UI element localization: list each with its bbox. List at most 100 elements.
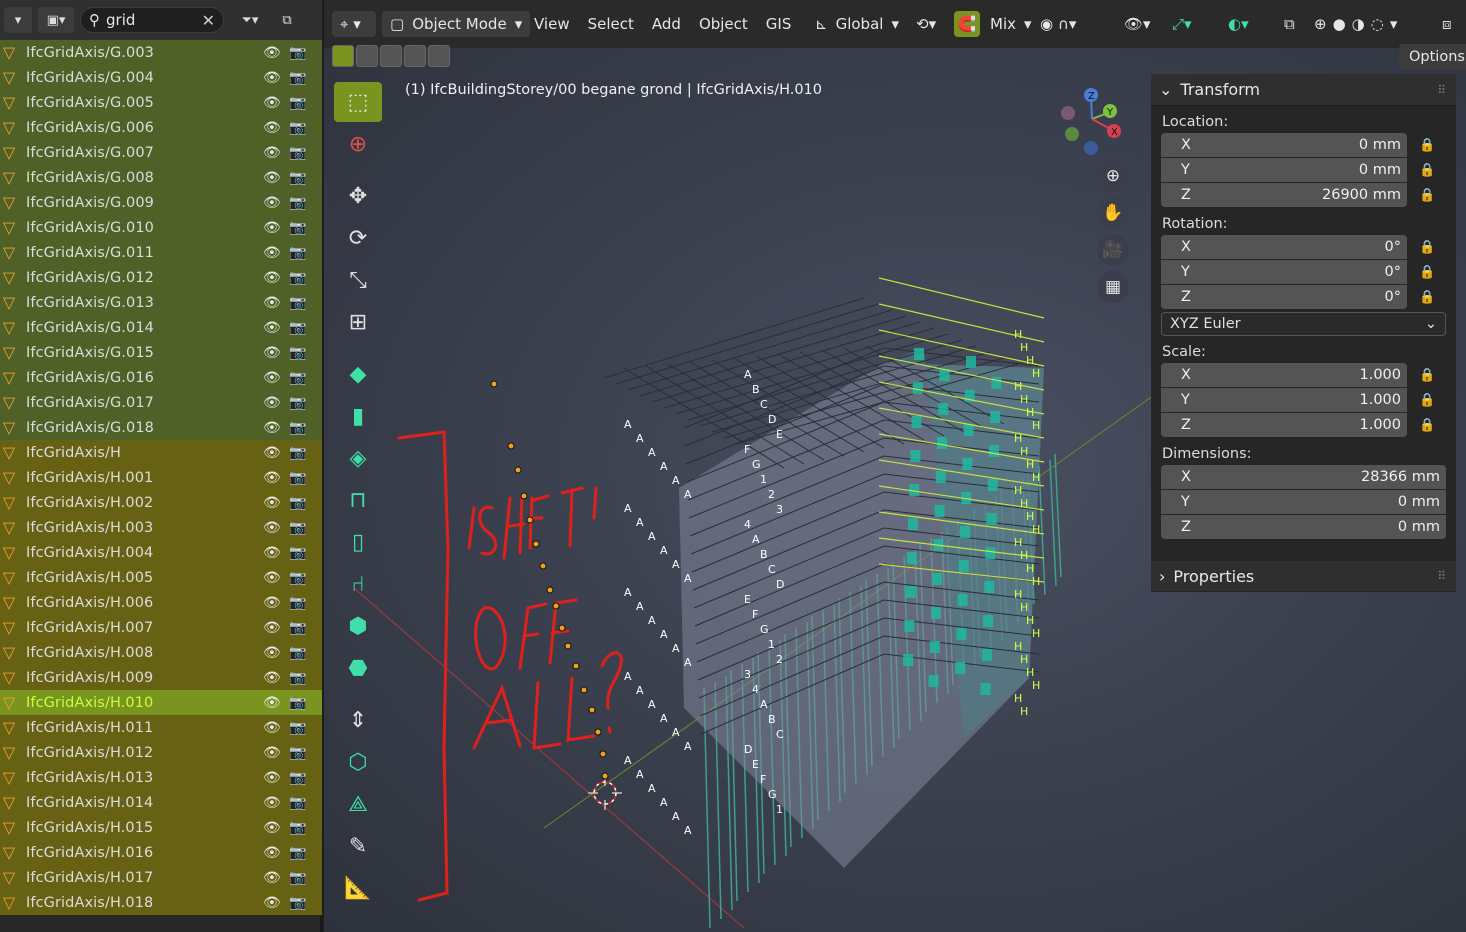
outliner-row[interactable]: ▽ IfcGridAxis/H.017 👁 📷 xyxy=(0,865,322,890)
outliner-row[interactable]: ▽ IfcGridAxis/H.004 👁 📷 xyxy=(0,540,322,565)
select-box-tool[interactable]: ⬚ xyxy=(334,82,382,122)
outliner-row[interactable]: ▽ IfcGridAxis/H.012 👁 📷 xyxy=(0,740,322,765)
proportional-edit-toggle[interactable]: ◉ ∩▾ xyxy=(1040,10,1076,38)
drag-handle-icon[interactable]: ⠿ xyxy=(1437,569,1446,583)
camera-icon[interactable]: 📷 xyxy=(289,245,306,261)
slab-tool[interactable]: ◈ xyxy=(334,438,382,478)
camera-icon[interactable]: 📷 xyxy=(289,720,306,736)
scale-z-field[interactable]: Z 1.000 🔒 xyxy=(1161,413,1435,437)
outliner-row[interactable]: ▽ IfcGridAxis/G.012 👁 📷 xyxy=(0,265,322,290)
location-x-field[interactable]: X 0 mm 🔒 xyxy=(1161,133,1435,157)
camera-icon[interactable]: 📷 xyxy=(289,345,306,361)
camera-icon[interactable]: 📷 xyxy=(289,295,306,311)
outliner-row[interactable]: ▽ IfcGridAxis/G.015 👁 📷 xyxy=(0,340,322,365)
outliner-row[interactable]: ▽ IfcGridAxis/G.014 👁 📷 xyxy=(0,315,322,340)
outliner-row[interactable]: ▽ IfcGridAxis/H.002 👁 📷 xyxy=(0,490,322,515)
material-shading-icon[interactable]: ◑ xyxy=(1352,15,1365,33)
eye-icon[interactable]: 👁 xyxy=(263,470,281,486)
navigation-gizmo[interactable]: Z Y X xyxy=(1054,86,1134,166)
camera-icon[interactable]: 📷 xyxy=(289,620,306,636)
dimensions-x-field[interactable]: X 28366 mm xyxy=(1161,465,1446,489)
eye-icon[interactable]: 👁 xyxy=(263,745,281,761)
camera-icon[interactable]: 📷 xyxy=(289,595,306,611)
select-subtract-button[interactable] xyxy=(380,45,402,67)
camera-icon[interactable]: 📷 xyxy=(289,220,306,236)
outliner-row[interactable]: ▽ IfcGridAxis/G.017 👁 📷 xyxy=(0,390,322,415)
chevron-down-icon[interactable]: ▾ xyxy=(1390,15,1398,33)
camera-icon[interactable]: 📷 xyxy=(289,570,306,586)
camera-icon[interactable]: 📷 xyxy=(289,795,306,811)
camera-icon[interactable]: 📷 xyxy=(289,95,306,111)
outliner-row[interactable]: ▽ IfcGridAxis/H.014 👁 📷 xyxy=(0,790,322,815)
outliner-row[interactable]: ▽ IfcGridAxis/G.016 👁 📷 xyxy=(0,365,322,390)
move-tool[interactable]: ✥ xyxy=(334,176,382,216)
door-tool[interactable]: ⊓ xyxy=(334,480,382,520)
outliner-row[interactable]: ▽ IfcGridAxis/H.013 👁 📷 xyxy=(0,765,322,790)
measure-tool[interactable]: 📐 xyxy=(334,868,382,908)
lock-icon[interactable]: 🔒 xyxy=(1419,368,1435,383)
menu-gis[interactable]: GIS xyxy=(757,15,801,33)
outliner-row[interactable]: ▽ IfcGridAxis/G.008 👁 📷 xyxy=(0,165,322,190)
outliner-row[interactable]: ▽ IfcGridAxis/H.001 👁 📷 xyxy=(0,465,322,490)
xray-toggle[interactable]: ⧉ xyxy=(1284,10,1295,38)
drag-handle-icon[interactable]: ⠿ xyxy=(1437,83,1446,97)
camera-icon[interactable]: 📷 xyxy=(289,670,306,686)
editor-type-button[interactable]: ▾ xyxy=(4,7,32,33)
outliner-row[interactable]: ▽ IfcGridAxis/H.007 👁 📷 xyxy=(0,615,322,640)
eye-icon[interactable]: 👁 xyxy=(263,295,281,311)
camera-icon[interactable]: 📷 xyxy=(289,495,306,511)
column-tool[interactable]: ▯ xyxy=(334,522,382,562)
outliner-row[interactable]: ▽ IfcGridAxis/G.006 👁 📷 xyxy=(0,115,322,140)
camera-icon[interactable]: 📷 xyxy=(289,470,306,486)
outliner-row[interactable]: ▽ IfcGridAxis/G.011 👁 📷 xyxy=(0,240,322,265)
transform-tool[interactable]: ⊞ xyxy=(334,302,382,342)
filter-button[interactable]: ⏷▾ xyxy=(230,7,270,33)
outliner-row[interactable]: ▽ IfcGridAxis/G.004 👁 📷 xyxy=(0,65,322,90)
close-icon[interactable]: ✕ xyxy=(202,11,215,30)
eye-icon[interactable]: 👁 xyxy=(263,95,281,111)
eye-icon[interactable]: 👁 xyxy=(263,345,281,361)
mode-dropdown[interactable]: ▢ Object Mode ▾ xyxy=(382,10,531,38)
lock-icon[interactable]: 🔒 xyxy=(1419,188,1435,203)
camera-icon[interactable]: 📷 xyxy=(289,445,306,461)
select-invert-button[interactable] xyxy=(404,45,426,67)
location-z-field[interactable]: Z 26900 mm 🔒 xyxy=(1161,183,1435,207)
search-input[interactable]: grid xyxy=(106,11,135,29)
outliner-row[interactable]: ▽ IfcGridAxis/H.005 👁 📷 xyxy=(0,565,322,590)
eye-icon[interactable]: 👁 xyxy=(263,520,281,536)
rotation-mode-dropdown[interactable]: XYZ Euler ⌄ xyxy=(1161,312,1446,336)
eye-icon[interactable]: 👁 xyxy=(263,45,281,61)
camera-icon[interactable]: 📷 xyxy=(289,270,306,286)
visibility-dropdown[interactable]: 👁▾ xyxy=(1124,10,1151,38)
eye-icon[interactable]: 👁 xyxy=(263,420,281,436)
camera-icon[interactable]: 📷 xyxy=(289,420,306,436)
eye-icon[interactable]: 👁 xyxy=(263,895,281,911)
outliner-row[interactable]: ▽ IfcGridAxis/H 👁 📷 xyxy=(0,440,322,465)
camera-icon[interactable]: 📷 xyxy=(289,870,306,886)
select-intersect-button[interactable] xyxy=(428,45,450,67)
camera-icon[interactable]: 📷 xyxy=(289,695,306,711)
wireframe-cube-tool[interactable]: ⟁ xyxy=(334,784,382,824)
eye-icon[interactable]: 👁 xyxy=(263,770,281,786)
camera-icon[interactable]: 📷 xyxy=(289,320,306,336)
search-field[interactable]: ⚲ grid ✕ xyxy=(80,7,224,33)
menu-select[interactable]: Select xyxy=(579,15,643,33)
pivot-dropdown[interactable]: ⟲▾ xyxy=(916,10,936,38)
rotate-tool[interactable]: ⟳ xyxy=(334,218,382,258)
eye-icon[interactable]: 👁 xyxy=(263,370,281,386)
wireframe-shading-icon[interactable]: ⊕ xyxy=(1314,15,1327,33)
display-mode-button[interactable]: ▣▾ xyxy=(38,7,74,33)
new-collection-button[interactable]: ⧉ xyxy=(276,7,298,33)
outliner-row[interactable]: ▽ IfcGridAxis/H.010 👁 📷 xyxy=(0,690,322,715)
lock-icon[interactable]: 🔒 xyxy=(1419,418,1435,433)
rotation-z-field[interactable]: Z 0° 🔒 xyxy=(1161,285,1435,309)
outliner-row[interactable]: ▽ IfcGridAxis/H.016 👁 📷 xyxy=(0,840,322,865)
neg-x-handle[interactable] xyxy=(1061,106,1075,120)
lock-icon[interactable]: 🔒 xyxy=(1419,265,1435,280)
extra-toggle[interactable]: ⧈ xyxy=(1442,10,1452,38)
properties-panel-header[interactable]: › Properties ⠿ xyxy=(1151,561,1456,591)
scale-y-field[interactable]: Y 1.000 🔒 xyxy=(1161,388,1435,412)
furniture-tool[interactable]: ⑁ xyxy=(334,564,382,604)
eye-icon[interactable]: 👁 xyxy=(263,695,281,711)
camera-icon[interactable]: 📷 xyxy=(289,770,306,786)
